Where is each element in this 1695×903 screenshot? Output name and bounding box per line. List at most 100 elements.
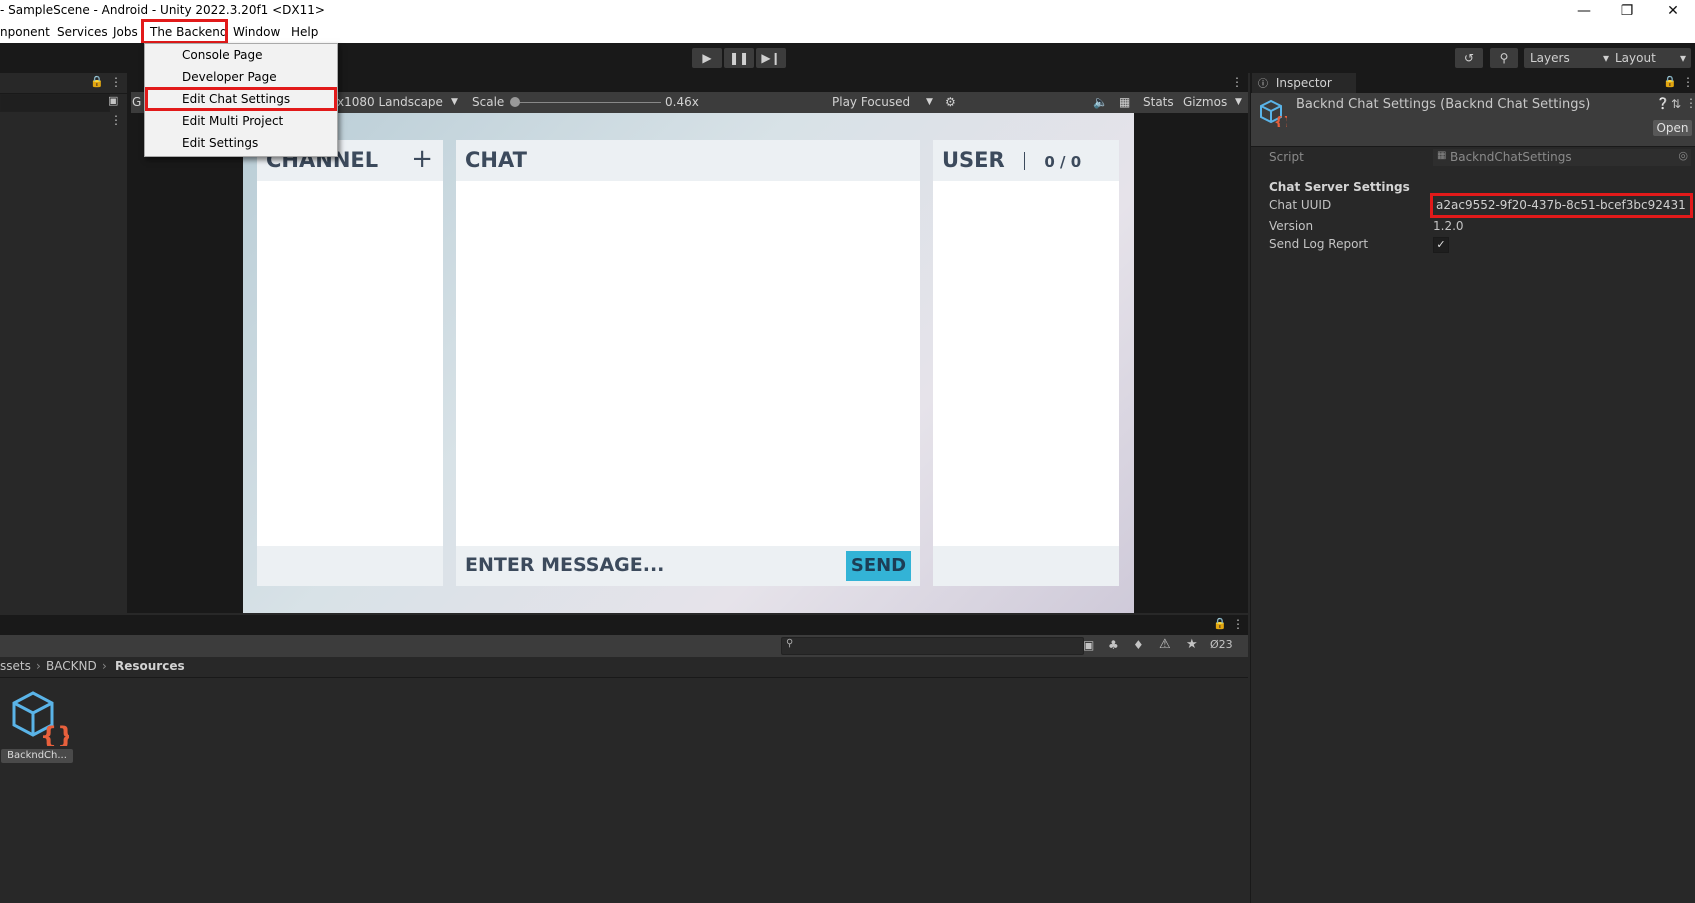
hierarchy-panel: 🔒 ⋮ ▣ ⋮ bbox=[0, 73, 127, 613]
inspector-header: {} Backnd Chat Settings (Backnd Chat Set… bbox=[1251, 93, 1695, 147]
user-footer bbox=[933, 546, 1119, 586]
kebab-menu-icon[interactable]: ⋮ bbox=[1682, 75, 1694, 89]
grid-icon[interactable]: ▦ bbox=[1119, 95, 1130, 109]
menu-component[interactable]: nponent bbox=[0, 25, 50, 39]
scriptable-object-icon: {} bbox=[9, 690, 74, 750]
send-log-report-label: Send Log Report bbox=[1269, 237, 1369, 251]
user-title-text: USER bbox=[942, 148, 1005, 172]
user-count: 0 / 0 bbox=[1044, 153, 1082, 171]
search-settings-icon[interactable]: ▣ bbox=[1083, 638, 1094, 652]
hidden-count: 23 bbox=[1218, 638, 1233, 651]
dropdown-highlight-box bbox=[145, 87, 337, 111]
menu-developer-page[interactable]: Developer Page bbox=[182, 70, 277, 84]
chevron-down-icon: ▼ bbox=[1235, 97, 1242, 107]
scale-label: Scale bbox=[472, 95, 505, 109]
bug-icon[interactable]: ⚙ bbox=[945, 95, 956, 109]
layout-dropdown[interactable]: Layout ▾ bbox=[1609, 48, 1691, 68]
kebab-menu-icon[interactable]: ⋮ bbox=[110, 75, 122, 89]
game-tab-label[interactable]: G bbox=[132, 95, 141, 109]
search-settings-icon[interactable]: ▣ bbox=[108, 94, 118, 107]
speaker-icon[interactable]: 🔈 bbox=[1093, 95, 1108, 109]
step-button[interactable]: ▶❙ bbox=[756, 48, 786, 68]
hierarchy-search-input[interactable] bbox=[0, 94, 110, 112]
play-button[interactable]: ▶ bbox=[692, 48, 722, 68]
add-channel-icon[interactable]: + bbox=[411, 144, 433, 174]
title-bar: - SampleScene - Android - Unity 2022.3.2… bbox=[0, 0, 1695, 22]
warning-icon[interactable]: ⚠ bbox=[1159, 637, 1171, 652]
chevron-down-icon: ▼ bbox=[926, 97, 933, 107]
breadcrumb-backnd[interactable]: BACKND bbox=[46, 659, 97, 673]
menu-bar: nponent Services Jobs The Backend Window… bbox=[0, 22, 1695, 43]
preset-icon[interactable]: ⇅ bbox=[1671, 97, 1681, 111]
kebab-menu-icon[interactable]: ⋮ bbox=[1685, 96, 1695, 110]
send-log-report-checkbox[interactable]: ✓ bbox=[1433, 237, 1449, 253]
scale-slider-handle[interactable] bbox=[510, 97, 520, 107]
asset-item[interactable]: {} BackndCh... bbox=[1, 690, 74, 763]
pause-icon: ❚❚ bbox=[728, 51, 750, 65]
menu-services[interactable]: Services bbox=[57, 25, 108, 39]
title-divider bbox=[1024, 152, 1026, 170]
chat-uuid-label: Chat UUID bbox=[1269, 198, 1332, 212]
chevron-down-icon: ▼ bbox=[451, 97, 458, 107]
scale-slider-track[interactable] bbox=[511, 102, 661, 103]
menu-edit-multi-project[interactable]: Edit Multi Project bbox=[182, 114, 283, 128]
search-button[interactable]: ⚲ bbox=[1490, 48, 1518, 68]
asset-name: BackndCh... bbox=[1, 749, 73, 763]
breadcrumb-assets[interactable]: ssets bbox=[0, 659, 31, 673]
object-title: Backnd Chat Settings (Backnd Chat Settin… bbox=[1296, 97, 1591, 112]
channel-panel: CHANNEL + bbox=[257, 140, 443, 586]
kebab-menu-icon[interactable]: ⋮ bbox=[1232, 617, 1244, 631]
menu-edit-settings[interactable]: Edit Settings bbox=[182, 136, 258, 150]
checkmark-icon: ✓ bbox=[1436, 238, 1446, 251]
section-header: Chat Server Settings bbox=[1269, 180, 1410, 194]
svg-text:{}: {} bbox=[1274, 115, 1287, 127]
kebab-menu-icon[interactable]: ⋮ bbox=[110, 113, 122, 127]
tab-inspector[interactable]: ⓘ Inspector bbox=[1252, 73, 1356, 93]
stats-button[interactable]: Stats bbox=[1143, 95, 1174, 109]
play-icon: ▶ bbox=[702, 51, 712, 65]
menu-jobs[interactable]: Jobs bbox=[113, 25, 138, 39]
menu-window[interactable]: Window bbox=[233, 25, 280, 39]
search-icon: ⚲ bbox=[1499, 51, 1509, 65]
send-button[interactable]: SEND bbox=[846, 551, 911, 581]
channel-footer bbox=[257, 546, 443, 586]
eye-slash-icon: Ø bbox=[1210, 638, 1219, 651]
lock-icon[interactable]: 🔒 bbox=[90, 75, 104, 88]
star-icon[interactable]: ★ bbox=[1186, 637, 1198, 652]
pause-button[interactable]: ❚❚ bbox=[724, 48, 754, 68]
history-button[interactable]: ↺ bbox=[1455, 48, 1483, 68]
chat-title-text: CHAT bbox=[465, 148, 527, 172]
menu-help[interactable]: Help bbox=[291, 25, 318, 39]
message-input[interactable]: ENTER MESSAGE... bbox=[465, 554, 664, 576]
close-icon[interactable]: ✕ bbox=[1650, 0, 1695, 22]
minimize-icon[interactable]: — bbox=[1561, 0, 1607, 22]
project-search-input[interactable]: ⚲ bbox=[781, 637, 1084, 655]
menu-highlight-box bbox=[141, 19, 228, 44]
target-icon[interactable]: ◎ bbox=[1678, 149, 1688, 162]
help-icon[interactable]: ❔ bbox=[1656, 97, 1670, 110]
search-icon: ⚲ bbox=[786, 638, 794, 649]
chat-title: CHAT bbox=[456, 140, 920, 181]
chat-panel: CHAT ENTER MESSAGE... SEND bbox=[456, 140, 920, 586]
lock-icon[interactable]: 🔒 bbox=[1663, 75, 1677, 88]
inspector-tab-label: Inspector bbox=[1275, 76, 1332, 90]
resolution-dropdown[interactable]: x1080 Landscape bbox=[337, 95, 443, 109]
label-tag-icon[interactable]: ♦ bbox=[1133, 638, 1144, 652]
layout-label: Layout bbox=[1615, 51, 1656, 65]
scale-value: 0.46x bbox=[665, 95, 699, 109]
restore-icon[interactable]: ❐ bbox=[1604, 0, 1650, 22]
breadcrumb-resources[interactable]: Resources bbox=[115, 659, 185, 673]
play-focused-dropdown[interactable]: Play Focused bbox=[832, 95, 910, 109]
uuid-highlight-box bbox=[1430, 193, 1693, 218]
hidden-packages-toggle[interactable]: Ø23 bbox=[1210, 638, 1233, 651]
gizmos-button[interactable]: Gizmos bbox=[1183, 95, 1227, 109]
menu-console-page[interactable]: Console Page bbox=[182, 48, 263, 62]
open-button[interactable]: Open bbox=[1653, 120, 1692, 136]
hierarchy-tabbar: 🔒 ⋮ bbox=[0, 73, 127, 94]
version-value[interactable]: 1.2.0 bbox=[1433, 219, 1464, 233]
kebab-menu-icon[interactable]: ⋮ bbox=[1231, 75, 1243, 89]
lock-icon[interactable]: 🔒 bbox=[1213, 617, 1227, 630]
layers-dropdown[interactable]: Layers ▾ bbox=[1524, 48, 1614, 68]
filter-type-icon[interactable]: ♣ bbox=[1108, 638, 1119, 652]
script-field[interactable]: ▦ BackndChatSettings ◎ bbox=[1433, 149, 1691, 166]
